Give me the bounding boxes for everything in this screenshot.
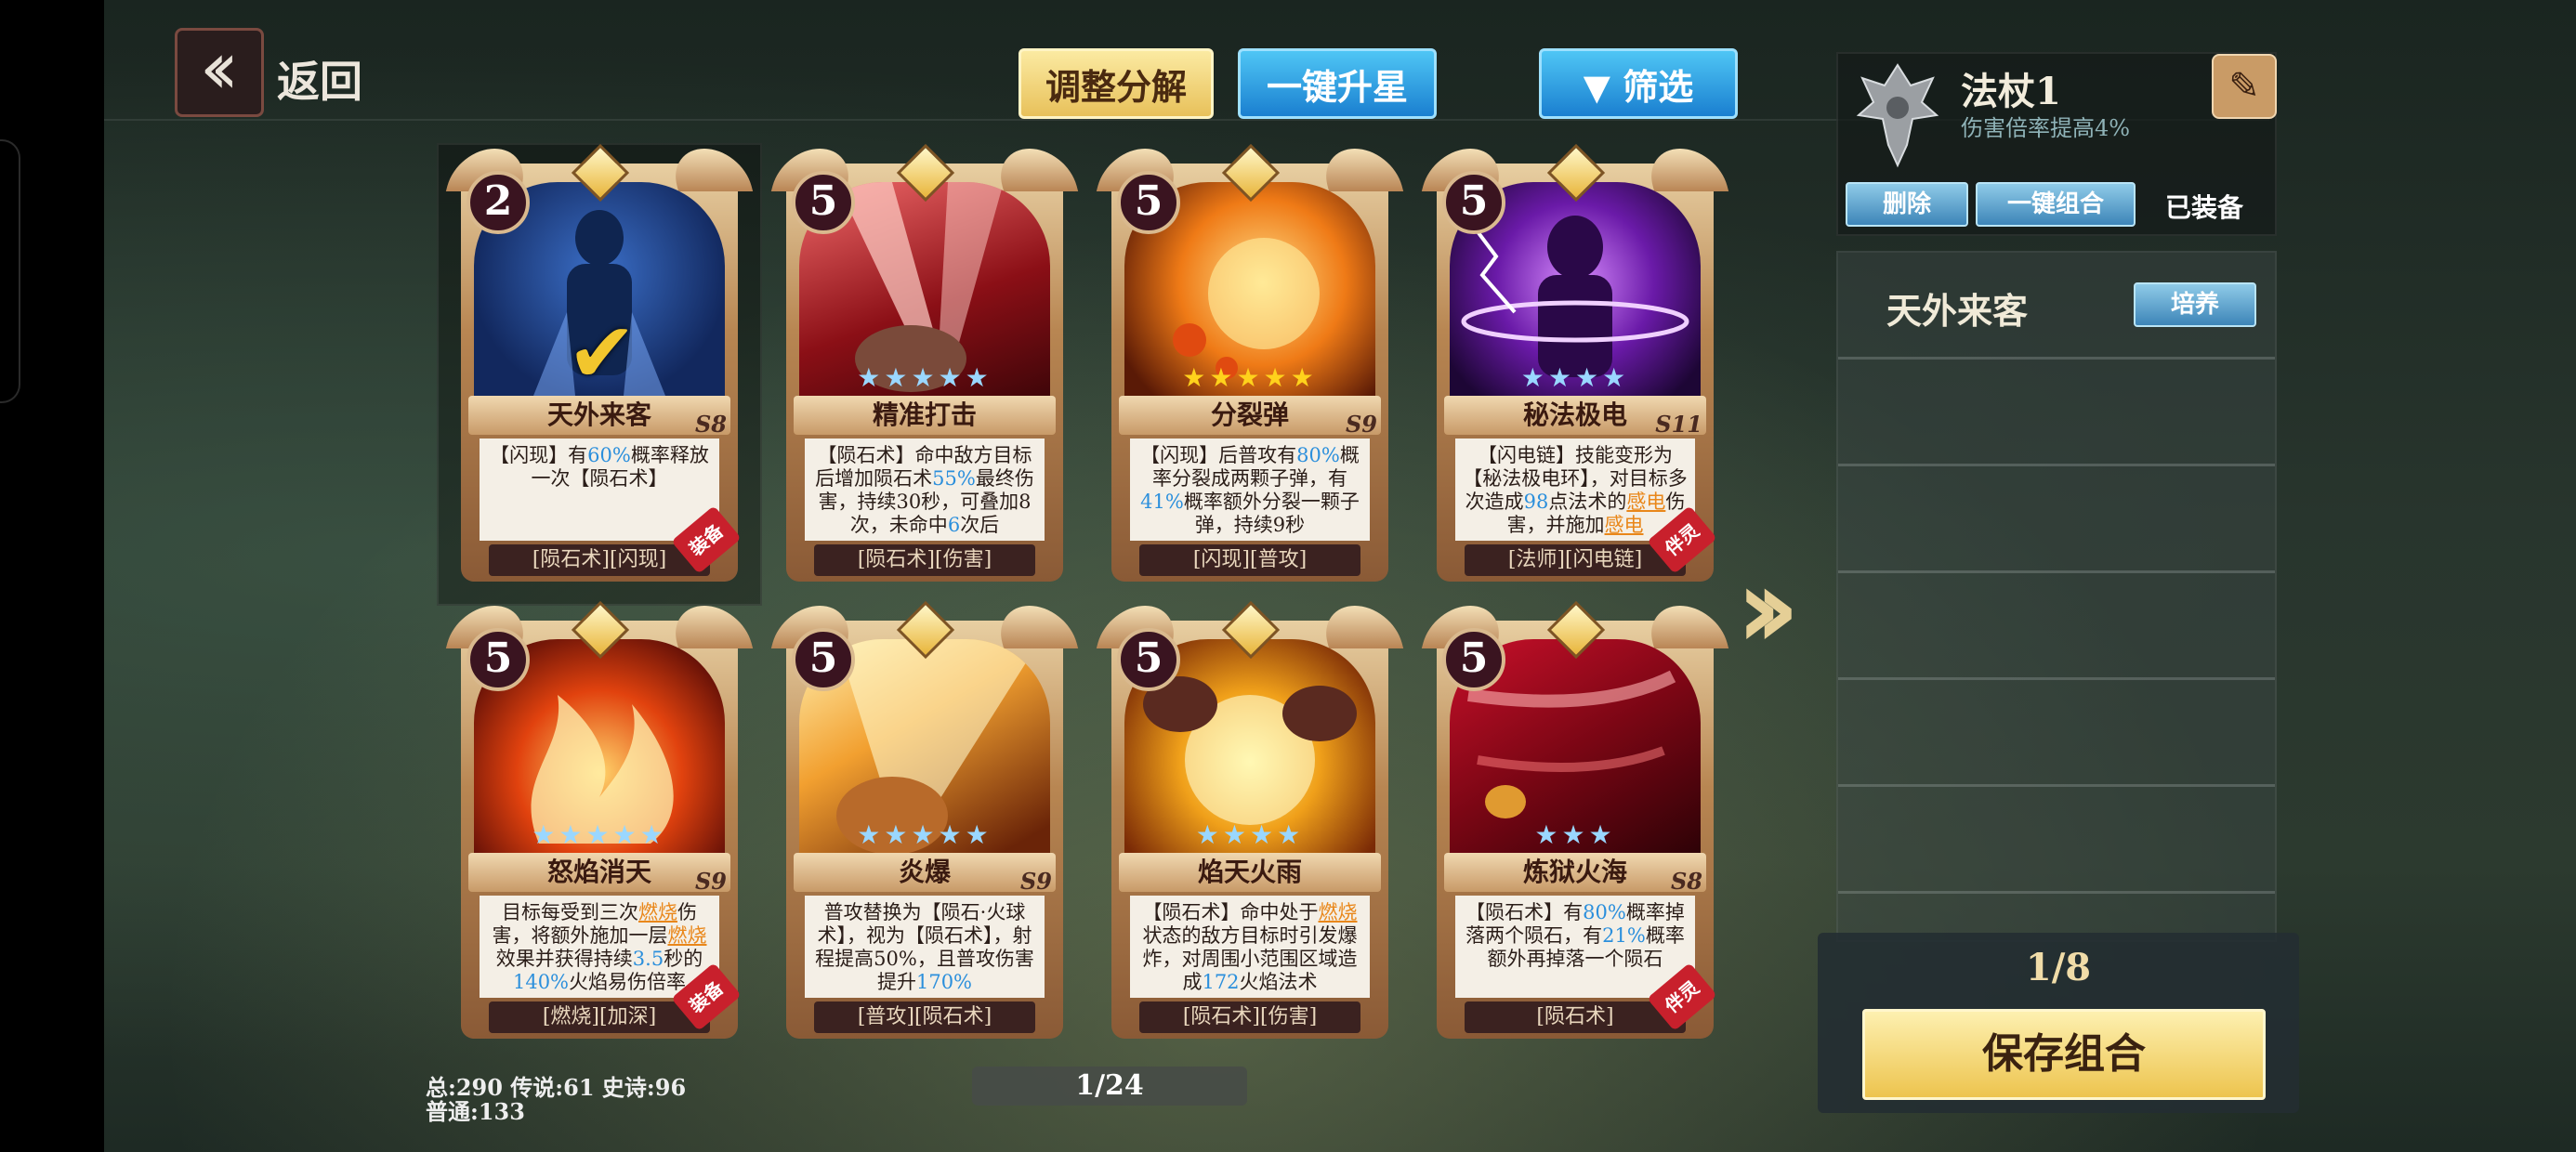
delete-button[interactable]: 删除: [1846, 182, 1968, 227]
back-label[interactable]: 返回: [277, 48, 362, 110]
card-cost: 5: [1442, 628, 1505, 691]
card-wing-right: [666, 606, 754, 648]
card-desc: 目标每受到三次燃烧伤害，将额外施加一层燃烧效果并获得持续3.5秒的140%火焰易…: [480, 896, 719, 998]
combo-slot-6[interactable]: [1838, 787, 2275, 894]
card-wing-right: [992, 149, 1079, 191]
page-indicator: 1/24: [972, 1067, 1247, 1106]
save-combo-button[interactable]: 保存组合: [1862, 1009, 2266, 1100]
card-season: S9: [694, 868, 727, 895]
card-tags: [法师][闪电链]: [1465, 544, 1686, 576]
card-name: 分裂弹: [1119, 396, 1381, 435]
staff-emblem-icon: [1856, 63, 1939, 168]
card-name: 精准打击: [794, 396, 1056, 435]
card-season: S8: [694, 411, 727, 438]
card-wing-right: [992, 606, 1079, 648]
card-name: 炎爆: [794, 853, 1056, 892]
one-click-upgrade-button[interactable]: 一键升星: [1238, 48, 1437, 119]
card-name: 焰天火雨: [1119, 853, 1381, 892]
card-season: S8: [1670, 868, 1702, 895]
star-rating-icon: ★★★★★: [857, 819, 992, 850]
card-desc: 【陨石术】有80%概率掉落两个陨石，有21%概率额外再掉落一个陨石: [1455, 896, 1695, 998]
card-stats: 总:290 传说:61 史诗:96 普通:133: [426, 1076, 686, 1124]
train-button[interactable]: 培养: [2134, 282, 2256, 327]
card-wing-right: [1642, 149, 1729, 191]
back-button[interactable]: ‹‹: [175, 28, 264, 117]
card-cost: 2: [467, 171, 530, 234]
card-desc: 【闪现】后普攻有80%概率分裂成两颗子弹，有41%概率额外分裂一颗子弹，持续9秒: [1130, 439, 1370, 541]
star-rating-icon: ★★★★★: [1182, 362, 1318, 393]
stats-line-1: 总:290 传说:61 史诗:96: [426, 1074, 687, 1101]
card-jingzhun-daji[interactable]: 5 ★★★★★ 精准打击 【陨石术】命中敌方目标后增加陨石术55%最终伤害，持续…: [770, 143, 1079, 591]
double-chevron-left-icon: ‹‹: [199, 27, 240, 111]
star-rating-icon: ★★★: [1534, 819, 1616, 850]
card-nuyan-xiaotian[interactable]: 5 ★★★★★ 怒焰消天 S9 目标每受到三次燃烧伤害，将额外施加一层燃烧效果并…: [445, 600, 754, 1048]
star-rating-icon: ★★★★: [1520, 362, 1630, 393]
card-yantian-huoyu[interactable]: 5 ★★★★ 焰天火雨 【陨石术】命中处于燃烧状态的敌方目标时引发爆炸，对周围小…: [1096, 600, 1404, 1048]
double-chevron-right-icon[interactable]: ››: [1736, 554, 1800, 665]
one-click-combo-button[interactable]: 一键组合: [1976, 182, 2136, 227]
weapon-subtitle: 伤害倍率提高4%: [1961, 115, 2131, 141]
card-tags: [陨石术][伤害]: [1139, 1001, 1360, 1033]
card-wing-right: [666, 149, 754, 191]
card-fenlie-dan[interactable]: 5 ★★★★★ 分裂弹 S9 【闪现】后普攻有80%概率分裂成两颗子弹，有41%…: [1096, 143, 1404, 591]
combo-slot-4[interactable]: [1838, 573, 2275, 680]
card-cost: 5: [792, 171, 855, 234]
stats-line-2: 普通:133: [426, 1098, 525, 1125]
card-tianwai-laike[interactable]: 2 ✔ 天外来客 S8 【闪现】有60%概率释放一次【陨石术】 [陨石术][闪现…: [445, 143, 754, 591]
slot-count: 1/8: [2025, 946, 2092, 989]
card-yanbao[interactable]: 5 ★★★★★ 炎爆 S9 普攻替换为【陨石·火球术】，视为【陨石术】，射程提高…: [770, 600, 1079, 1048]
equipped-status: 已装备: [2165, 192, 2244, 223]
card-name: 怒焰消天: [468, 853, 730, 892]
combo-slot-3[interactable]: [1838, 466, 2275, 573]
card-tags: [普攻][陨石术]: [814, 1001, 1035, 1033]
filter-button[interactable]: ▼ 筛选: [1539, 48, 1738, 119]
card-name: 天外来客: [468, 396, 730, 435]
card-tags: [陨石术][伤害]: [814, 544, 1035, 576]
star-rating-icon: ★★★★★: [857, 362, 992, 393]
screen-notch: [0, 139, 20, 403]
card-wing-right: [1317, 606, 1404, 648]
card-wing-right: [1642, 606, 1729, 648]
card-desc: 【闪现】有60%概率释放一次【陨石术】: [480, 439, 719, 541]
combo-slot-1[interactable]: 天外来客 培养: [1838, 253, 2275, 360]
checkmark-icon: ✔: [567, 305, 637, 402]
card-mifa-jidian[interactable]: 5 ★★★★ 秘法极电 S11 【闪电链】技能变形为【秘法极电环】，对目标多次造…: [1421, 143, 1729, 591]
card-wing-right: [1317, 149, 1404, 191]
card-season: S9: [1345, 411, 1377, 438]
card-cost: 5: [1117, 171, 1180, 234]
slot-card-name: 天外来客: [1886, 290, 2029, 332]
card-tags: [燃烧][加深]: [489, 1001, 710, 1033]
card-season: S11: [1655, 411, 1702, 438]
edit-icon[interactable]: ✎: [2212, 54, 2277, 119]
combo-slot-2[interactable]: [1838, 360, 2275, 466]
card-tags: [闪现][普攻]: [1139, 544, 1360, 576]
card-tags: [陨石术][闪现]: [489, 544, 710, 576]
star-rating-icon: ★★★★★: [532, 819, 667, 850]
card-lianyu-huohai[interactable]: 5 ★★★ 炼狱火海 S8 【陨石术】有80%概率掉落两个陨石，有21%概率额外…: [1421, 600, 1729, 1048]
card-cost: 5: [1117, 628, 1180, 691]
combo-slot-list[interactable]: 天外来客 培养: [1836, 251, 2277, 942]
weapon-title: 法杖1: [1961, 70, 2061, 113]
adjust-decompose-button[interactable]: 调整分解: [1019, 48, 1214, 119]
star-rating-icon: ★★★★: [1195, 819, 1305, 850]
card-desc: 【陨石术】命中处于燃烧状态的敌方目标时引发爆炸，对周围小范围区域造成172火焰法…: [1130, 896, 1370, 998]
card-desc: 【陨石术】命中敌方目标后增加陨石术55%最终伤害，持续30秒，可叠加8次，未命中…: [805, 439, 1045, 541]
card-cost: 5: [1442, 171, 1505, 234]
card-cost: 5: [792, 628, 855, 691]
card-cost: 5: [467, 628, 530, 691]
card-name: 炼狱火海: [1444, 853, 1706, 892]
card-tags: [陨石术]: [1465, 1001, 1686, 1033]
card-season: S9: [1019, 868, 1052, 895]
combo-slot-5[interactable]: [1838, 680, 2275, 787]
card-desc: 普攻替换为【陨石·火球术】，视为【陨石术】，射程提高50%，且普攻伤害提升170…: [805, 896, 1045, 998]
card-desc: 【闪电链】技能变形为【秘法极电环】，对目标多次造成98点法术的感电伤害，并施加感…: [1455, 439, 1695, 541]
